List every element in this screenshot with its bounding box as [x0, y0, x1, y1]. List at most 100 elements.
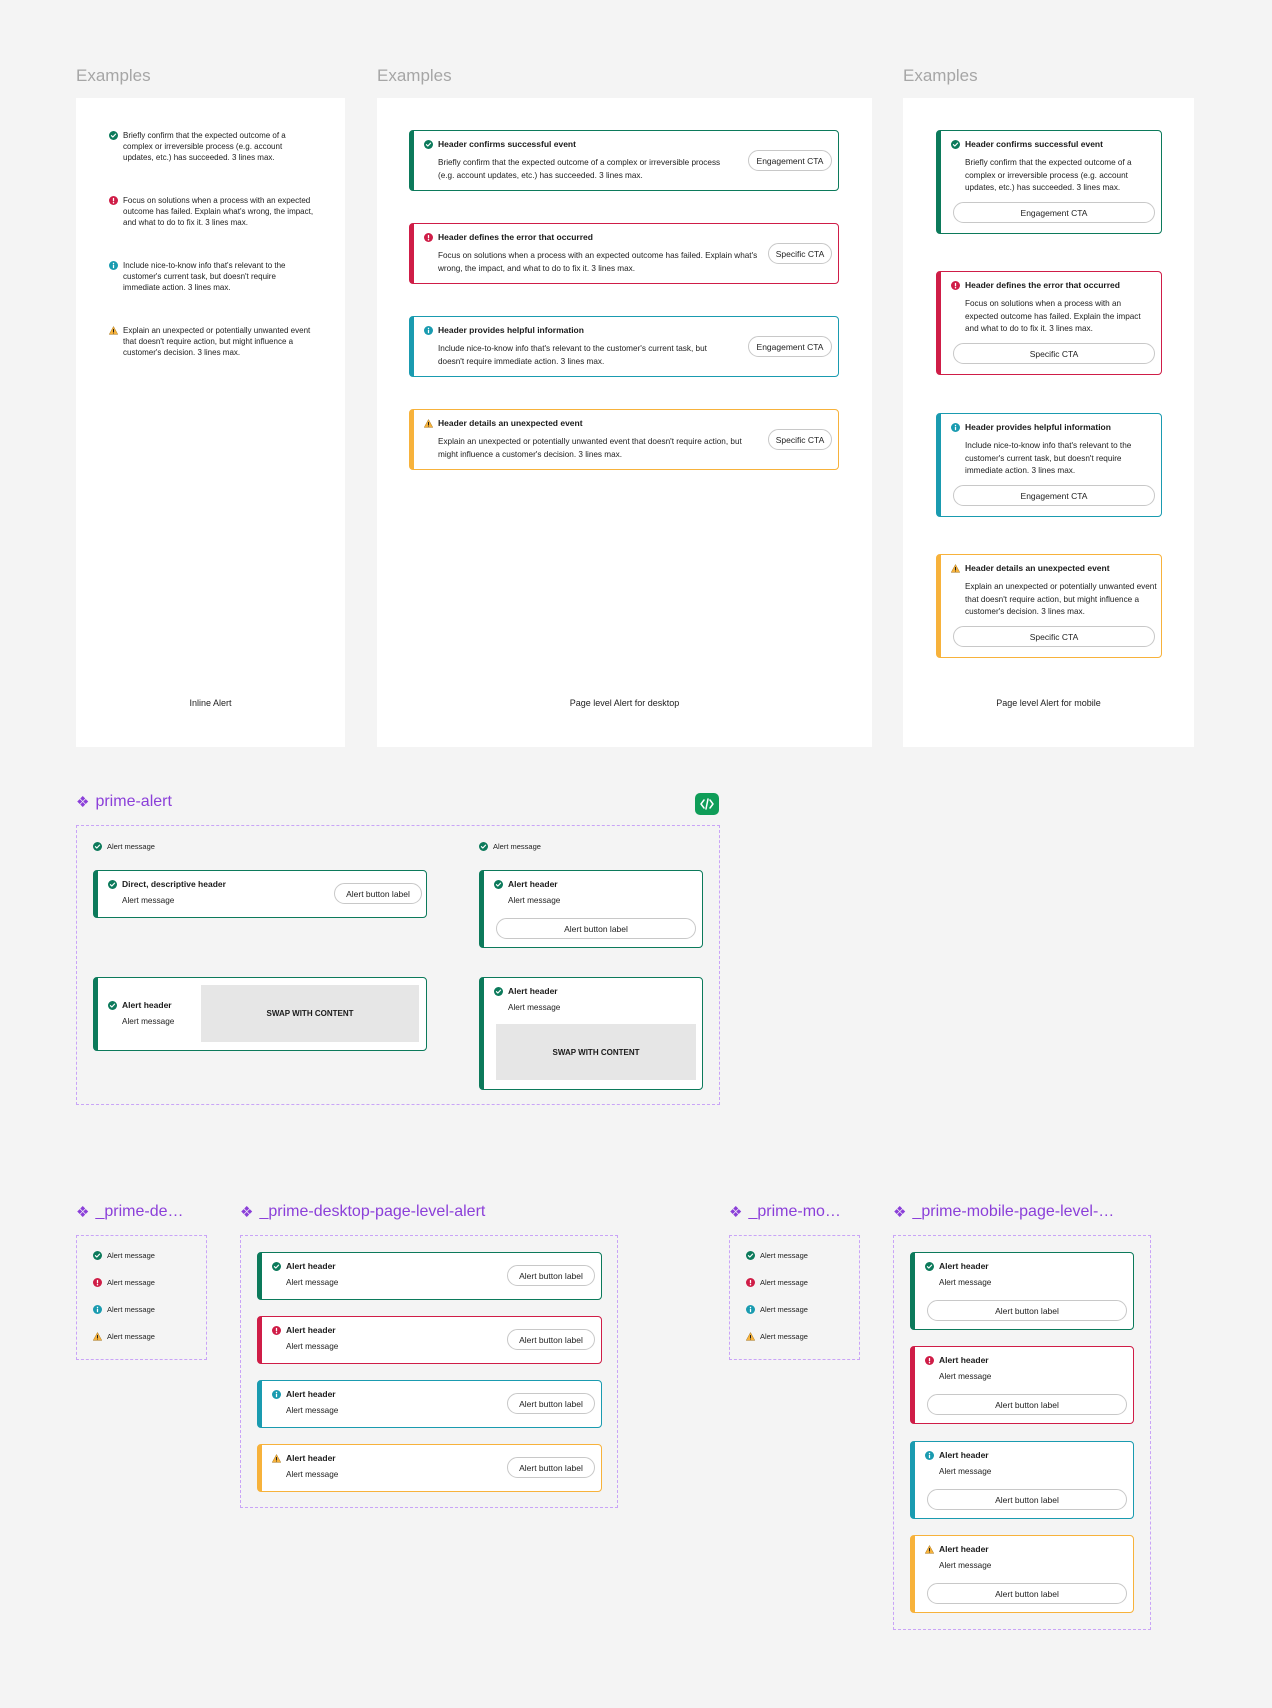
prime-mo-variants: Alert message Alert message Alert messag… — [729, 1235, 860, 1360]
inline-alert-panel: Briefly confirm that the expected outcom… — [76, 98, 345, 747]
alert-message: Alert message — [107, 1305, 155, 1314]
inline-alert-success: Briefly confirm that the expected outcom… — [109, 130, 315, 163]
desktop-alert-variant[interactable]: Direct, descriptive header Alert message… — [93, 870, 427, 918]
alert-header: Header provides helpful information — [965, 422, 1111, 432]
mobile-alert-success: Header confirms successful event Briefly… — [936, 130, 1162, 234]
engagement-cta-button[interactable]: Engagement CTA — [748, 150, 832, 171]
check-circle-icon — [479, 842, 488, 851]
exclamation-circle-icon — [746, 1278, 755, 1287]
inline-alert-variant[interactable]: Alert message — [93, 842, 155, 851]
section-label-mobile: Examples — [903, 66, 978, 85]
mobile-alert-error: Header defines the error that occurred F… — [936, 271, 1162, 375]
component-title[interactable]: ❖ prime-alert — [76, 793, 172, 811]
component-title-text: _prime-mo… — [748, 1203, 841, 1220]
alert-button[interactable]: Alert button label — [507, 1393, 595, 1414]
component-title[interactable]: ❖ _prime-de… — [76, 1203, 183, 1221]
component-diamond-icon: ❖ — [76, 794, 90, 811]
alert-button[interactable]: Alert button label — [927, 1583, 1127, 1604]
exclamation-circle-icon — [272, 1325, 281, 1335]
desktop-alert-info[interactable]: Alert header Alert message Alert button … — [257, 1380, 602, 1428]
alert-header: Alert header — [286, 1325, 336, 1335]
swap-content-slot: SWAP WITH CONTENT — [496, 1024, 696, 1080]
alert-message: Alert message — [286, 1470, 339, 1479]
mobile-alert-warning[interactable]: Alert header Alert message Alert button … — [910, 1535, 1134, 1613]
desktop-alert-success[interactable]: Alert header Alert message Alert button … — [257, 1252, 602, 1300]
alert-header: Alert header — [122, 1000, 172, 1010]
desktop-alert-swap-variant[interactable]: Alert header Alert message SWAP WITH CON… — [93, 977, 427, 1051]
check-circle-icon — [93, 1251, 102, 1260]
inline-alert-error[interactable]: Alert message — [746, 1278, 808, 1287]
inline-alert-success[interactable]: Alert message — [746, 1251, 808, 1260]
check-circle-icon — [951, 139, 960, 149]
alert-header: Alert header — [286, 1453, 336, 1463]
alert-message: Alert message — [122, 896, 175, 905]
engagement-cta-button[interactable]: Engagement CTA — [953, 202, 1155, 223]
specific-cta-button[interactable]: Specific CTA — [953, 343, 1155, 364]
alert-message: Alert message — [286, 1406, 339, 1415]
mobile-alert-warning: Header details an unexpected event Expla… — [936, 554, 1162, 658]
inline-alert-error[interactable]: Alert message — [93, 1278, 155, 1287]
specific-cta-button[interactable]: Specific CTA — [768, 243, 832, 264]
inline-alert-error: Focus on solutions when a process with a… — [109, 195, 315, 228]
alert-button[interactable]: Alert button label — [507, 1265, 595, 1286]
alert-button[interactable]: Alert button label — [334, 883, 422, 904]
mobile-alert-panel: Header confirms successful event Briefly… — [903, 98, 1194, 747]
alert-button[interactable]: Alert button label — [927, 1489, 1127, 1510]
alert-button[interactable]: Alert button label — [507, 1329, 595, 1350]
inline-alert-warning[interactable]: Alert message — [746, 1332, 808, 1341]
alert-header: Header defines the error that occurred — [438, 232, 593, 242]
mobile-alert-variant[interactable]: Alert header Alert message Alert button … — [479, 870, 703, 948]
check-circle-icon — [494, 879, 503, 889]
warning-triangle-icon — [93, 1332, 102, 1341]
inline-alert-info[interactable]: Alert message — [746, 1305, 808, 1314]
component-title[interactable]: ❖ _prime-mobile-page-level-… — [893, 1203, 1114, 1221]
code-view-button[interactable] — [695, 793, 719, 815]
info-circle-icon — [424, 325, 433, 335]
alert-message: Alert message — [107, 1332, 155, 1341]
inline-alert-info[interactable]: Alert message — [93, 1305, 155, 1314]
component-diamond-icon: ❖ — [729, 1204, 743, 1221]
inline-alert-variant[interactable]: Alert message — [479, 842, 541, 851]
section-label-inline: Examples — [76, 66, 151, 85]
prime-alert-variants: Alert message Alert message Direct, desc… — [76, 825, 720, 1105]
component-title[interactable]: ❖ _prime-desktop-page-level-alert — [240, 1203, 485, 1221]
specific-cta-button[interactable]: Specific CTA — [768, 429, 832, 450]
alert-header: Header confirms successful event — [965, 139, 1103, 149]
alert-button[interactable]: Alert button label — [927, 1300, 1127, 1321]
desktop-alert-panel: Header confirms successful event Briefly… — [377, 98, 872, 747]
alert-message: Alert message — [286, 1342, 339, 1351]
alert-message: Alert message — [939, 1467, 992, 1476]
inline-alert-success[interactable]: Alert message — [93, 1251, 155, 1260]
mobile-alert-error[interactable]: Alert header Alert message Alert button … — [910, 1346, 1134, 1424]
component-title-text: _prime-de… — [95, 1203, 184, 1220]
swap-content-slot: SWAP WITH CONTENT — [201, 985, 419, 1042]
alert-message: Focus on solutions when a process with a… — [438, 251, 758, 273]
mobile-alert-swap-variant[interactable]: Alert header Alert message SWAP WITH CON… — [479, 977, 703, 1090]
alert-header: Alert header — [508, 986, 558, 996]
alert-header: Header defines the error that occurred — [965, 280, 1120, 290]
desktop-alert-warning[interactable]: Alert header Alert message Alert button … — [257, 1444, 602, 1492]
engagement-cta-button[interactable]: Engagement CTA — [748, 336, 832, 357]
exclamation-circle-icon — [951, 280, 960, 290]
check-circle-icon — [108, 879, 117, 889]
alert-button[interactable]: Alert button label — [507, 1457, 595, 1478]
check-circle-icon — [108, 1000, 117, 1010]
inline-alert-warning[interactable]: Alert message — [93, 1332, 155, 1341]
desktop-alert-error[interactable]: Alert header Alert message Alert button … — [257, 1316, 602, 1364]
alert-button[interactable]: Alert button label — [927, 1394, 1127, 1415]
warning-triangle-icon — [925, 1544, 934, 1554]
alert-header: Header confirms successful event — [438, 139, 576, 149]
alert-message: Include nice-to-know info that's relevan… — [438, 344, 707, 366]
mobile-alert-info: Header provides helpful information Incl… — [936, 413, 1162, 517]
panel-caption: Inline Alert — [189, 698, 232, 708]
component-title[interactable]: ❖ _prime-mo… — [729, 1203, 841, 1221]
engagement-cta-button[interactable]: Engagement CTA — [953, 485, 1155, 506]
check-circle-icon — [746, 1251, 755, 1260]
alert-button[interactable]: Alert button label — [496, 918, 696, 939]
specific-cta-button[interactable]: Specific CTA — [953, 626, 1155, 647]
prime-mobile-page-variants: Alert header Alert message Alert button … — [893, 1235, 1151, 1630]
mobile-alert-success[interactable]: Alert header Alert message Alert button … — [910, 1252, 1134, 1330]
warning-triangle-icon — [424, 418, 433, 428]
inline-alert-text: Focus on solutions when a process with a… — [123, 196, 314, 227]
mobile-alert-info[interactable]: Alert header Alert message Alert button … — [910, 1441, 1134, 1519]
